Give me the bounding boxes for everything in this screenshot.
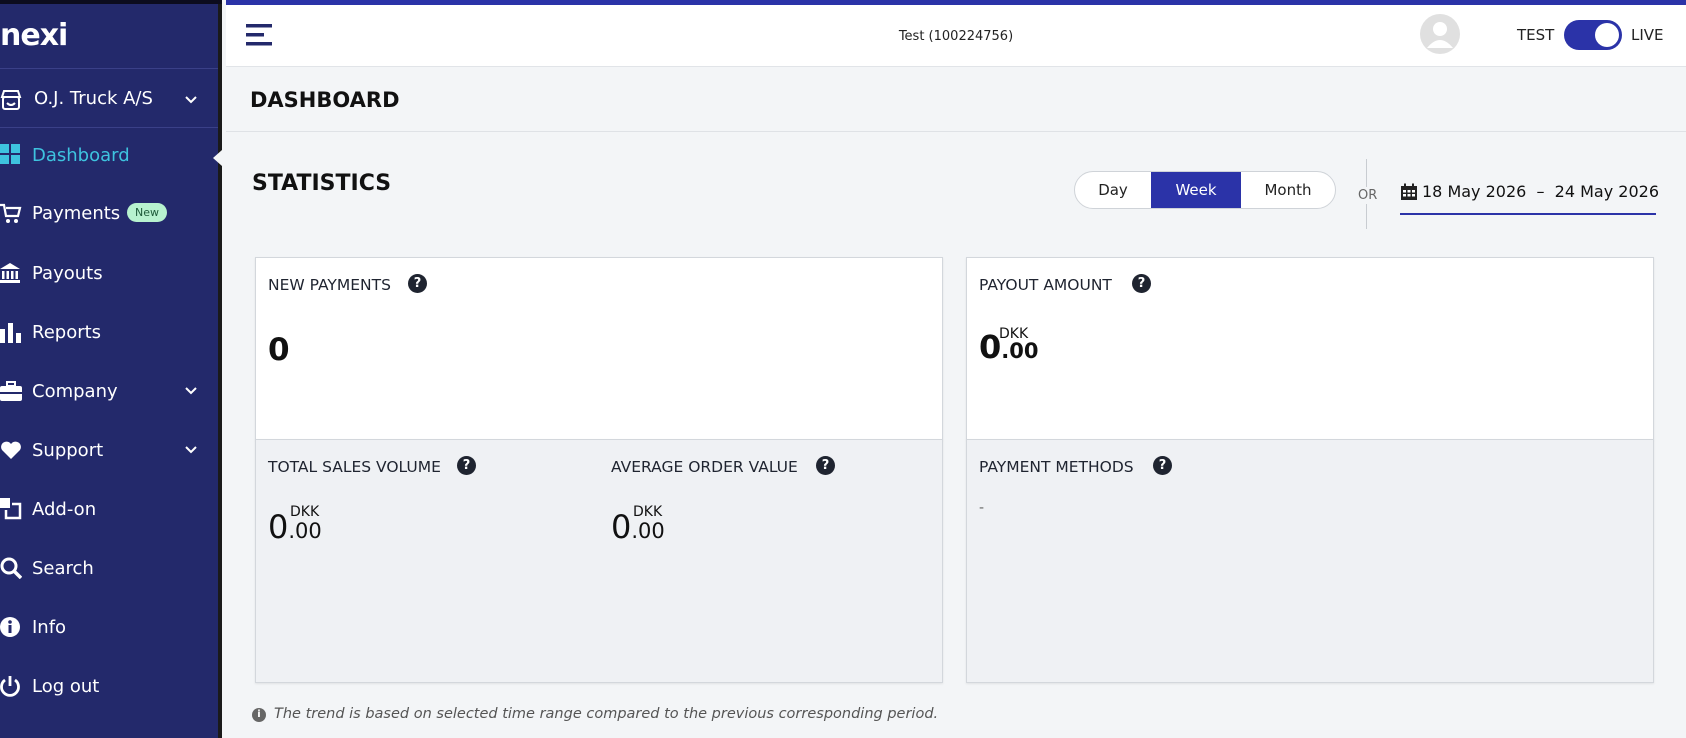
currency-label: DKK bbox=[999, 326, 1029, 342]
sidebar-item-payments[interactable]: Payments New bbox=[0, 193, 218, 233]
page-divider bbox=[226, 131, 1686, 132]
grid-icon bbox=[0, 144, 20, 164]
amount-integer: 0 bbox=[268, 508, 289, 546]
time-range-selector: Day Week Month bbox=[1074, 171, 1336, 209]
sidebar-item-label: Reports bbox=[32, 321, 102, 343]
amount-decimal: .00 bbox=[1001, 339, 1039, 363]
sidebar-item-label: Info bbox=[32, 616, 67, 638]
sidebar-item-info[interactable]: Info bbox=[0, 607, 218, 647]
test-live-toggle[interactable] bbox=[1564, 20, 1622, 50]
payout-amount-card: PAYOUT AMOUNT ? 0.00 DKK bbox=[966, 257, 1654, 440]
new-payments-card: NEW PAYMENTS ? 0 bbox=[255, 257, 943, 440]
date-separator: – bbox=[1536, 182, 1545, 201]
info-icon: i bbox=[252, 708, 266, 722]
page-title: DASHBOARD bbox=[250, 88, 400, 112]
card-title: NEW PAYMENTS bbox=[268, 276, 391, 294]
sidebar-item-log-out[interactable]: Log out bbox=[0, 666, 218, 706]
new-badge: New bbox=[127, 203, 167, 222]
chevron-down-icon bbox=[185, 96, 197, 104]
toggle-test-label: TEST bbox=[1517, 26, 1555, 44]
amount-integer: 0 bbox=[611, 508, 632, 546]
help-icon[interactable]: ? bbox=[457, 456, 476, 475]
calendar-icon bbox=[1401, 183, 1417, 200]
sidebar-item-reports[interactable]: Reports bbox=[0, 312, 218, 352]
help-icon[interactable]: ? bbox=[408, 274, 427, 293]
payout-amount-value: 0.00 DKK bbox=[979, 326, 1039, 366]
toggle-knob bbox=[1595, 23, 1619, 47]
nexi-logo[interactable]: nexi bbox=[0, 18, 68, 53]
sidebar-item-label: Dashboard bbox=[32, 144, 130, 166]
sidebar-item-label: Support bbox=[32, 439, 104, 461]
sidebar-item-label: Payouts bbox=[32, 262, 103, 284]
payment-methods-value: - bbox=[979, 500, 985, 516]
date-from: 18 May 2026 bbox=[1422, 182, 1527, 201]
heart-icon bbox=[1, 441, 21, 459]
date-range-text: 18 May 2026 – 24 May 2026 bbox=[1422, 182, 1659, 201]
merchant-name: O.J. Truck A/S bbox=[34, 87, 153, 109]
briefcase-icon bbox=[0, 381, 22, 401]
avg-order-value: 0.00 DKK bbox=[611, 504, 665, 546]
merchant-selector[interactable]: O.J. Truck A/S bbox=[0, 68, 218, 128]
help-icon[interactable]: ? bbox=[1153, 456, 1172, 475]
sidebar-item-payouts[interactable]: Payouts bbox=[0, 253, 218, 293]
sidebar-item-label: Company bbox=[32, 380, 118, 402]
currency-label: DKK bbox=[633, 504, 663, 520]
card-title: PAYOUT AMOUNT bbox=[979, 276, 1112, 294]
search-icon bbox=[0, 557, 22, 579]
cart-icon bbox=[0, 203, 22, 223]
amount-integer: 0 bbox=[979, 328, 1002, 366]
top-bar: Test (100224756) TEST LIVE bbox=[226, 0, 1686, 67]
addon-icon bbox=[0, 498, 22, 520]
sidebar-item-dashboard[interactable]: Dashboard bbox=[0, 135, 218, 175]
date-to: 24 May 2026 bbox=[1554, 182, 1659, 201]
info-icon bbox=[0, 617, 20, 637]
user-icon bbox=[1427, 22, 1453, 48]
avatar[interactable] bbox=[1420, 14, 1460, 54]
sidebar-item-label: Payments bbox=[32, 202, 121, 224]
account-label: Test (100224756) bbox=[898, 29, 1014, 44]
toggle-live-label: LIVE bbox=[1631, 26, 1664, 44]
sidebar-item-label: Add-on bbox=[32, 498, 97, 520]
total-sales-value: 0.00 DKK bbox=[268, 504, 322, 546]
sidebar-item-search[interactable]: Search bbox=[0, 548, 218, 588]
or-label: OR bbox=[1358, 187, 1378, 204]
chevron-down-icon bbox=[185, 446, 197, 454]
new-payments-value: 0 bbox=[268, 332, 290, 368]
sidebar: nexi O.J. Truck A/S Dashboard Payments N… bbox=[0, 0, 222, 738]
sidebar-item-add-on[interactable]: Add-on bbox=[0, 489, 218, 529]
range-day-button[interactable]: Day bbox=[1075, 172, 1151, 208]
bank-icon bbox=[0, 263, 20, 283]
amount-decimal: .00 bbox=[288, 519, 322, 543]
footnote-text: The trend is based on selected time rang… bbox=[274, 706, 939, 722]
card-title: AVERAGE ORDER VALUE bbox=[611, 458, 798, 476]
help-icon[interactable]: ? bbox=[816, 456, 835, 475]
sales-card: TOTAL SALES VOLUME ? 0.00 DKK AVERAGE OR… bbox=[255, 439, 943, 683]
range-week-button[interactable]: Week bbox=[1151, 172, 1241, 208]
bar-chart-icon bbox=[0, 323, 21, 343]
payment-methods-card: PAYMENT METHODS ? - bbox=[966, 439, 1654, 683]
sidebar-item-support[interactable]: Support bbox=[0, 430, 218, 470]
date-range-picker[interactable]: 18 May 2026 – 24 May 2026 bbox=[1400, 181, 1659, 215]
sidebar-item-company[interactable]: Company bbox=[0, 371, 218, 411]
amount-decimal: .00 bbox=[631, 519, 665, 543]
statistics-title: STATISTICS bbox=[252, 171, 392, 196]
chevron-down-icon bbox=[185, 387, 197, 395]
range-month-button[interactable]: Month bbox=[1241, 172, 1335, 208]
sidebar-top-line bbox=[0, 0, 222, 4]
power-icon bbox=[0, 676, 20, 697]
currency-label: DKK bbox=[290, 504, 320, 520]
card-title: TOTAL SALES VOLUME bbox=[268, 458, 441, 476]
help-icon[interactable]: ? bbox=[1132, 274, 1151, 293]
store-icon bbox=[0, 90, 22, 110]
sidebar-item-label: Search bbox=[32, 557, 94, 579]
card-title: PAYMENT METHODS bbox=[979, 458, 1134, 476]
sidebar-item-label: Log out bbox=[32, 675, 100, 697]
